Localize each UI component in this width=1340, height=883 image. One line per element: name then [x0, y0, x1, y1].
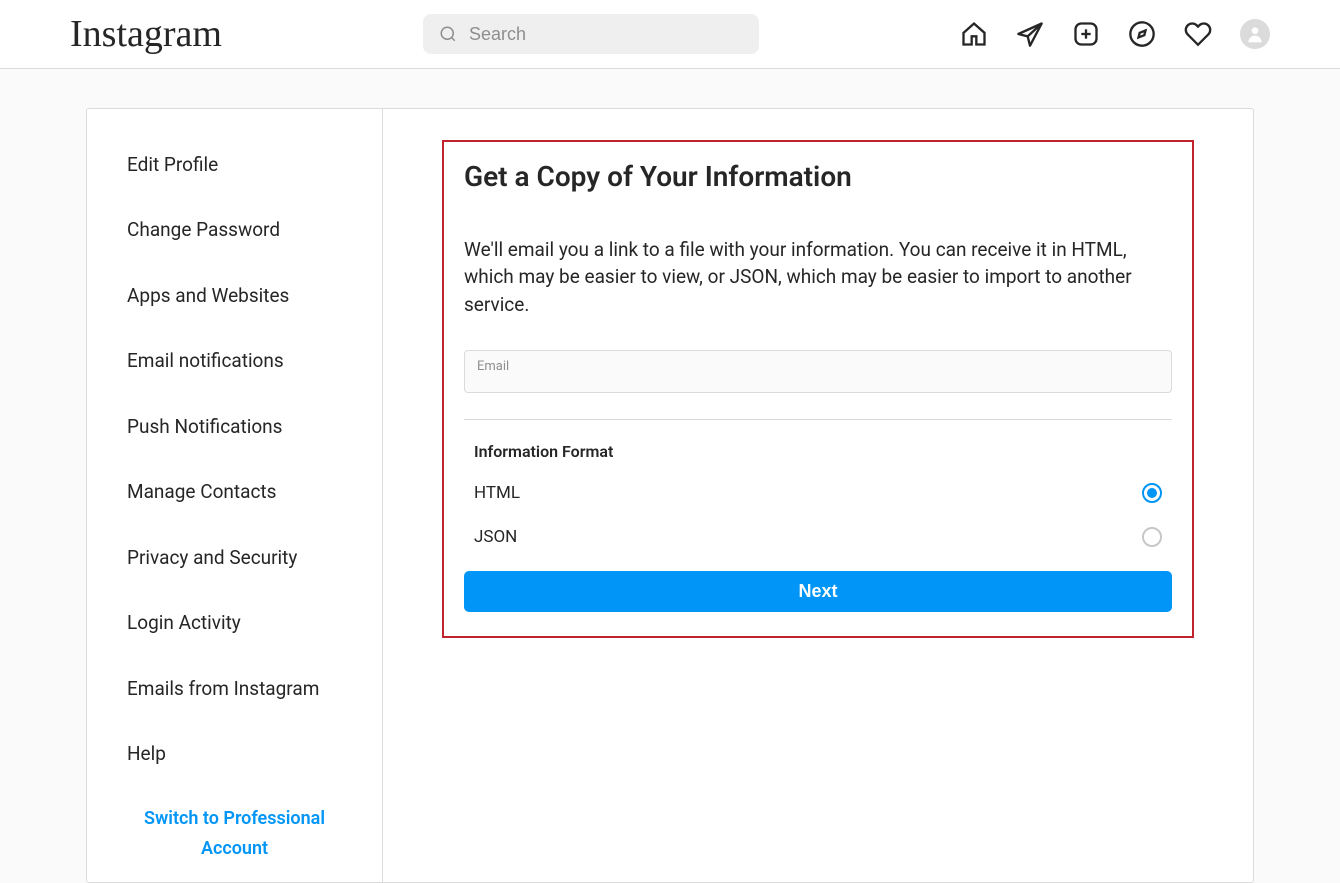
search-input[interactable] [469, 24, 743, 45]
new-post-icon[interactable] [1072, 20, 1100, 48]
avatar-icon [1245, 24, 1265, 44]
home-icon[interactable] [960, 20, 988, 48]
nav-icons [960, 19, 1270, 49]
format-option-label: HTML [474, 483, 520, 503]
format-option-label: JSON [474, 527, 517, 547]
content-area: Get a Copy of Your Information We'll ema… [383, 109, 1253, 882]
sidebar-item-emails-from-instagram[interactable]: Emails from Instagram [87, 656, 382, 721]
format-option-json[interactable]: JSON [464, 527, 1172, 547]
next-button[interactable]: Next [464, 571, 1172, 612]
page-title: Get a Copy of Your Information [464, 160, 1172, 194]
sidebar-item-help[interactable]: Help [87, 721, 382, 786]
email-field[interactable]: Email [464, 350, 1172, 393]
radio-icon [1142, 483, 1162, 503]
settings-sidebar: Edit Profile Change Password Apps and We… [87, 109, 383, 882]
search-icon [439, 24, 457, 44]
switch-professional-link[interactable]: Switch to Professional Account [87, 786, 382, 881]
main-wrap: Edit Profile Change Password Apps and We… [0, 69, 1340, 883]
format-heading: Information Format [464, 442, 1172, 461]
instagram-logo[interactable]: Instagram [70, 12, 222, 56]
highlighted-section: Get a Copy of Your Information We'll ema… [442, 140, 1194, 638]
email-label: Email [477, 359, 1159, 374]
explore-icon[interactable] [1128, 20, 1156, 48]
messenger-icon[interactable] [1016, 20, 1044, 48]
activity-icon[interactable] [1184, 20, 1212, 48]
top-nav: Instagram [0, 0, 1340, 69]
sidebar-item-apps-websites[interactable]: Apps and Websites [87, 263, 382, 328]
settings-panel: Edit Profile Change Password Apps and We… [86, 108, 1254, 883]
sidebar-item-privacy-security[interactable]: Privacy and Security [87, 525, 382, 590]
divider [464, 419, 1172, 420]
sidebar-item-change-password[interactable]: Change Password [87, 197, 382, 262]
sidebar-item-push-notifications[interactable]: Push Notifications [87, 394, 382, 459]
page-description: We'll email you a link to a file with yo… [464, 236, 1172, 319]
radio-icon [1142, 527, 1162, 547]
sidebar-item-login-activity[interactable]: Login Activity [87, 590, 382, 655]
format-option-html[interactable]: HTML [464, 483, 1172, 503]
search-wrap [222, 14, 960, 54]
sidebar-item-email-notifications[interactable]: Email notifications [87, 328, 382, 393]
profile-avatar[interactable] [1240, 19, 1270, 49]
sidebar-item-edit-profile[interactable]: Edit Profile [87, 132, 382, 197]
sidebar-item-manage-contacts[interactable]: Manage Contacts [87, 459, 382, 524]
search-box[interactable] [423, 14, 759, 54]
